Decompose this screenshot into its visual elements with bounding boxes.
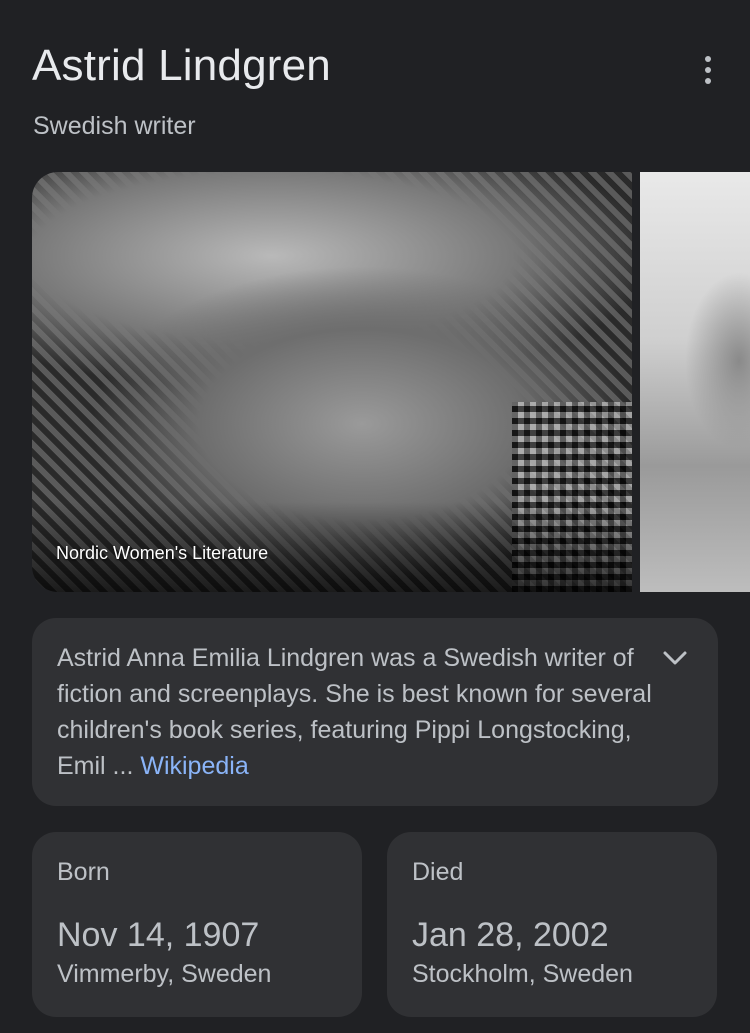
died-date: Jan 28, 2002 xyxy=(412,916,609,954)
description-ellipsis: ... xyxy=(105,752,141,780)
description-text: Astrid Anna Emilia Lindgren was a Swedis… xyxy=(57,640,657,784)
born-date: Nov 14, 1907 xyxy=(57,916,260,954)
died-label: Died xyxy=(412,858,464,886)
died-card[interactable]: Died Jan 28, 2002 Stockholm, Sweden xyxy=(387,832,717,1017)
born-label: Born xyxy=(57,858,110,886)
second-photo[interactable] xyxy=(640,172,750,592)
born-card[interactable]: Born Nov 14, 1907 Vimmerby, Sweden xyxy=(32,832,362,1017)
description-card[interactable]: Astrid Anna Emilia Lindgren was a Swedis… xyxy=(32,618,718,806)
chevron-down-icon[interactable] xyxy=(662,648,688,668)
image-carousel[interactable]: Nordic Women's Literature xyxy=(32,172,750,592)
died-place: Stockholm, Sweden xyxy=(412,960,633,988)
portrait-photo[interactable]: Nordic Women's Literature xyxy=(32,172,632,592)
knowledge-panel: Astrid Lindgren Swedish writer Nordic Wo… xyxy=(0,0,750,1033)
entity-subtitle: Swedish writer xyxy=(33,112,196,140)
photo-source-caption: Nordic Women's Literature xyxy=(56,543,269,563)
wikipedia-link[interactable]: Wikipedia xyxy=(140,752,248,780)
more-vert-icon xyxy=(705,56,711,62)
entity-title: Astrid Lindgren xyxy=(32,41,331,90)
more-options-button[interactable] xyxy=(690,50,726,90)
born-place: Vimmerby, Sweden xyxy=(57,960,272,988)
